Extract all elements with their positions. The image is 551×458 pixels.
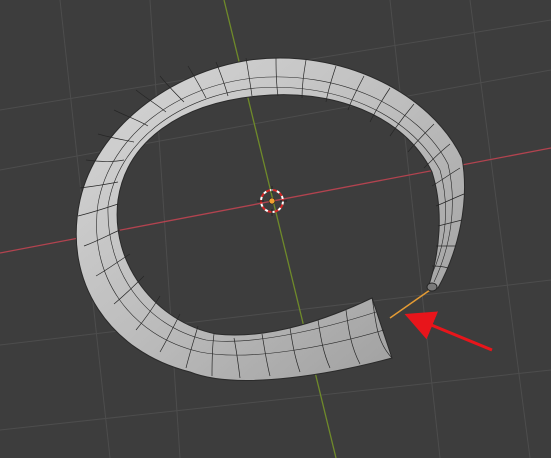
3d-viewport[interactable] bbox=[0, 0, 551, 458]
viewport-canvas[interactable] bbox=[0, 0, 551, 458]
tube-end-cap[interactable] bbox=[426, 282, 438, 292]
tube-mesh[interactable] bbox=[75, 57, 465, 381]
3d-cursor-icon[interactable] bbox=[257, 186, 287, 216]
object-origin bbox=[268, 197, 276, 205]
red-arrow-icon bbox=[404, 311, 493, 352]
tube-surface[interactable] bbox=[75, 57, 465, 381]
